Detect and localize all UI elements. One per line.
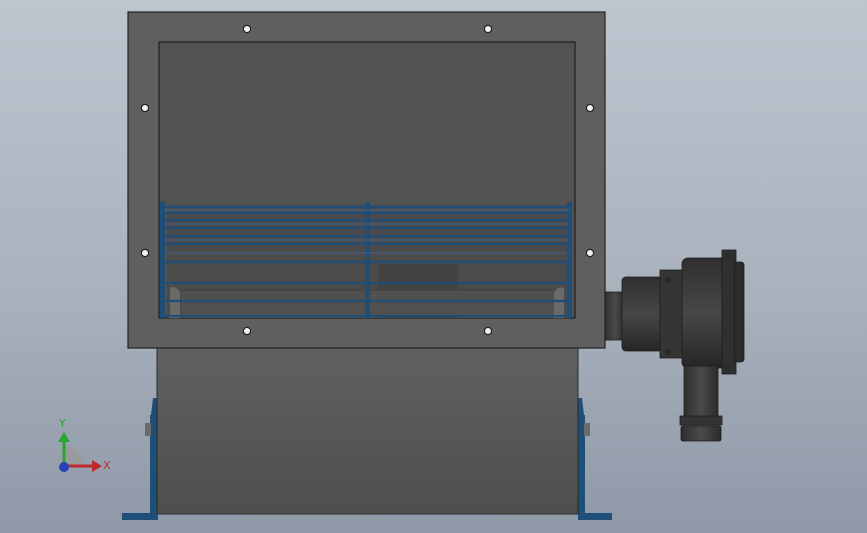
blower-housing [156, 347, 579, 515]
z-axis-dot [59, 462, 69, 472]
mounting-bracket-right [578, 398, 612, 520]
cad-viewport[interactable]: Y X [0, 0, 867, 533]
coordinate-triad[interactable]: Y X [58, 417, 111, 472]
blower-model[interactable]: Y X [0, 0, 867, 533]
y-axis-label: Y [58, 417, 66, 430]
cable-gland [679, 365, 723, 442]
mounting-bracket-left [122, 398, 158, 520]
motor [604, 249, 745, 375]
x-axis-label: X [103, 459, 111, 472]
